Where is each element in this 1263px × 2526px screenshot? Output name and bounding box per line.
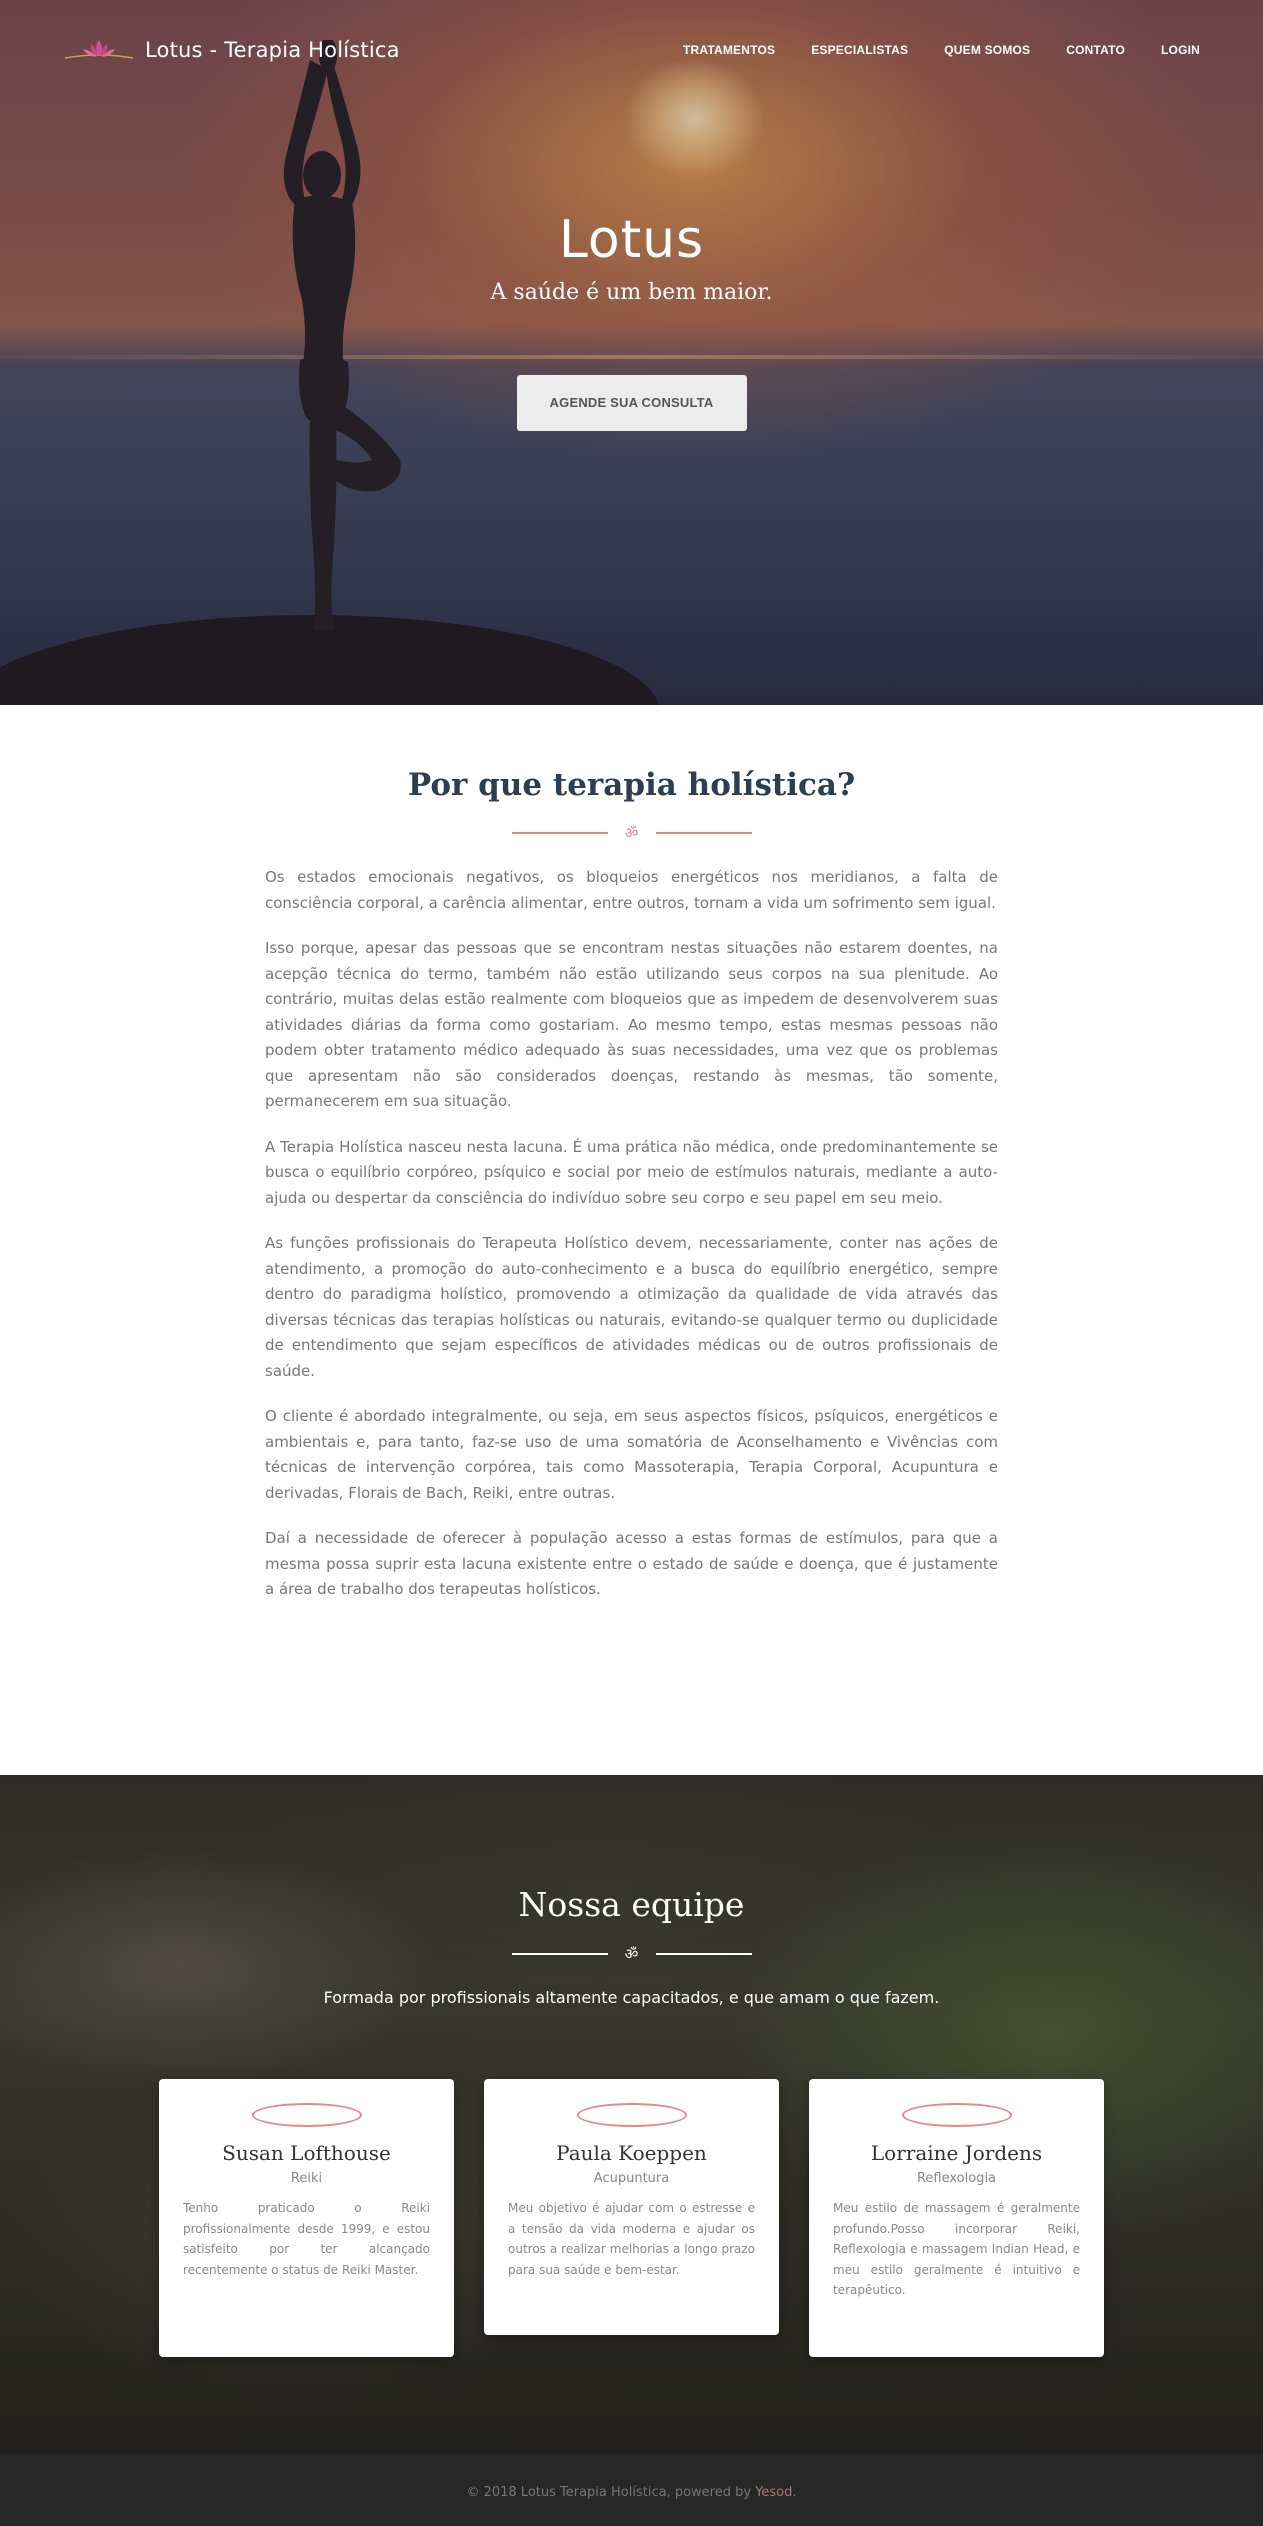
divider-line-right [655, 1953, 752, 1955]
brand-name: Lotus - Terapia Holística [145, 38, 400, 62]
footer: © 2018 Lotus Terapia Holística, powered … [0, 2455, 1263, 2526]
member-description: Tenho praticado o Reiki profissionalment… [183, 2201, 430, 2277]
about-paragraph: O cliente é abordado integralmente, ou s… [265, 1407, 998, 1502]
nav-item-quem-somos[interactable]: QUEM SOMOS [944, 43, 1030, 57]
avatar [251, 2103, 362, 2127]
brand-logo-link[interactable]: Lotus - Terapia Holística [63, 36, 400, 64]
about-paragraph: As funções profissionais do Terapeuta Ho… [265, 1234, 998, 1380]
about-section: Por que terapia holística? ॐ Os estados … [0, 705, 1263, 1775]
team-card-susan[interactable]: Susan Lofthouse Reiki Tenho praticado o … [159, 2079, 454, 2357]
about-paragraph: Os estados emocionais negativos, os bloq… [265, 868, 998, 912]
section-divider: ॐ [0, 823, 1263, 843]
hero-subtitle: A saúde é um bem maior. [490, 280, 773, 305]
member-name: Paula Koeppen [556, 2141, 707, 2165]
team-card-lorraine[interactable]: Lorraine Jordens Reflexologia Meu estilo… [809, 2079, 1104, 2357]
about-paragraph: A Terapia Holística nasceu nesta lacuna.… [265, 1137, 998, 1207]
member-description: Meu objetivo é ajudar com o estresse e a… [508, 2201, 755, 2277]
powered-by-link[interactable]: Yesod [755, 2485, 792, 2500]
member-role: Reiki [290, 2171, 323, 2186]
navbar: Lotus - Terapia Holística TRATAMENTOS ES… [0, 0, 1263, 100]
about-paragraph: Daí a necessidade de oferecer à populaçã… [265, 1529, 998, 1598]
avatar [576, 2103, 687, 2127]
hero-section: Lotus - Terapia Holística TRATAMENTOS ES… [0, 0, 1263, 705]
om-icon: ॐ [624, 824, 639, 842]
about-text: Os estados emocionais negativos, os bloq… [265, 865, 998, 1603]
about-title: Por que terapia holística? [407, 767, 856, 803]
divider-line-right [655, 832, 752, 834]
member-name: Susan Lofthouse [222, 2141, 391, 2165]
om-icon: ॐ [624, 1945, 639, 1963]
member-role: Reflexologia [916, 2171, 997, 2186]
hero-title: Lotus [558, 210, 705, 270]
schedule-appointment-button[interactable]: AGENDE SUA CONSULTA [516, 375, 747, 431]
avatar [901, 2103, 1012, 2127]
nav-item-tratamentos[interactable]: TRATAMENTOS [683, 43, 775, 57]
team-section: Nossa equipe ॐ Formada por profissionais… [0, 1775, 1263, 2455]
member-role: Acupuntura [593, 2171, 670, 2186]
team-divider: ॐ [0, 1944, 1263, 1964]
team-content: Nossa equipe ॐ Formada por profissionais… [0, 1775, 1263, 2357]
lotus-logo-icon [64, 40, 134, 59]
main-nav: TRATAMENTOS ESPECIALISTAS QUEM SOMOS CON… [683, 43, 1200, 57]
nav-item-login[interactable]: LOGIN [1161, 43, 1200, 57]
about-paragraph: Isso porque, apesar das pessoas que se e… [265, 939, 998, 1110]
member-description: Meu estilo de massagem é geralmente prof… [833, 2201, 1080, 2297]
hero-content: Lotus A saúde é um bem maior. AGENDE SUA… [0, 210, 1263, 431]
team-subtitle: Formada por profissionais altamente capa… [323, 1988, 940, 2007]
footer-suffix: . [792, 2485, 797, 2500]
team-title: Nossa equipe [518, 1885, 745, 1924]
divider-line-left [511, 1953, 608, 1955]
team-cards: Susan Lofthouse Reiki Tenho praticado o … [0, 2079, 1263, 2357]
copyright-text: © 2018 Lotus Terapia Holística, powered … [466, 2485, 756, 2500]
member-name: Lorraine Jordens [870, 2141, 1043, 2165]
nav-item-especialistas[interactable]: ESPECIALISTAS [811, 43, 908, 57]
team-card-paula[interactable]: Paula Koeppen Acupuntura Meu objetivo é … [484, 2079, 779, 2335]
nav-item-contato[interactable]: CONTATO [1066, 43, 1125, 57]
divider-line-left [511, 832, 608, 834]
